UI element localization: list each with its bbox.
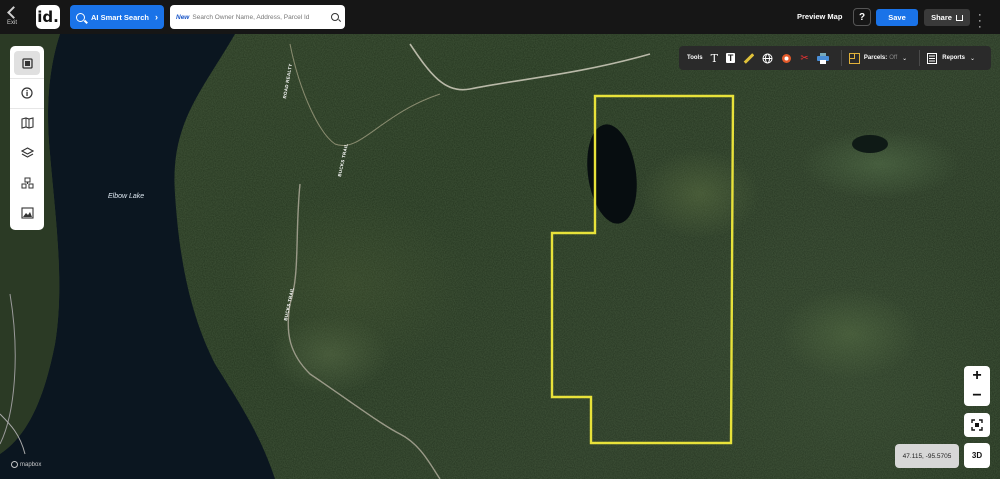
reports-dropdown[interactable]: Reports ⌄ [927,52,975,64]
chevron-down-icon: ⌄ [902,55,908,62]
search-field[interactable]: New Search Owner Name, Address, Parcel I… [170,5,345,29]
fullscreen-button[interactable] [964,413,990,437]
target-icon[interactable] [781,53,792,64]
info-icon[interactable] [14,81,40,105]
left-toolbar [10,46,44,230]
parcels-toggle[interactable]: Parcels: Off ⌄ [848,52,908,64]
parcels-label: Parcels: [863,55,888,61]
chevron-down-icon: ⌄ [969,55,975,62]
search-input[interactable]: Search Owner Name, Address, Parcel Id [192,14,309,21]
text-box-icon[interactable]: T [725,53,736,63]
reports-label: Reports [942,55,965,61]
map-canvas[interactable]: Elbow Lake ROAD REALTY BUCKS TRAIL BUCKS… [0,34,1000,479]
ai-smart-search-label: AI Smart Search [91,12,149,22]
vertical-dots-icon[interactable]: · · · [978,10,982,33]
save-button[interactable]: Save [876,9,918,26]
search-icon[interactable] [331,13,339,21]
coordinates-readout: 47.115, -95.5705 [895,444,959,468]
scissors-icon[interactable]: ✂ [800,53,808,64]
globe-icon[interactable] [762,53,773,64]
preview-map-button[interactable]: Preview Map [797,12,842,21]
reports-icon [927,52,938,64]
share-button[interactable]: Share [924,9,970,26]
zoom-control: + − [964,366,990,406]
app-logo[interactable]: id. [36,5,60,29]
zoom-in-button[interactable]: + [964,366,990,386]
exit-label: Exit [6,20,17,26]
mapbox-attribution[interactable]: mapbox [11,461,41,468]
3d-toggle-button[interactable]: 3D [964,443,990,468]
image-icon[interactable] [14,201,40,225]
zoom-out-button[interactable]: − [964,386,990,406]
map-book-icon[interactable] [14,111,40,135]
share-icon [955,14,963,21]
divider [10,78,44,79]
ruler-icon[interactable] [743,52,755,64]
lake-label: Elbow Lake [108,193,145,200]
chevron-right-icon: › [155,12,158,22]
divider [10,108,44,109]
attribution-label: mapbox [20,462,42,469]
layers-icon[interactable] [14,141,40,165]
focus-icon [971,419,983,431]
chevron-left-icon [7,6,20,19]
help-button[interactable]: ? [853,8,871,26]
mapbox-logo-icon [11,461,18,468]
new-badge: New [176,13,190,21]
search-icon [76,12,85,22]
ai-smart-search-button[interactable]: AI Smart Search › [70,5,164,29]
buildings-icon[interactable] [14,171,40,195]
map-imagery [0,34,1000,479]
print-icon[interactable] [816,52,829,64]
panel-toggle-icon[interactable] [14,51,40,75]
exit-button[interactable]: Exit [0,0,24,34]
tools-label: Tools [687,55,703,61]
tools-bar: Tools T T ✂ Parcels: Off ⌄ Reports ⌄ [679,46,991,70]
text-icon[interactable]: T [711,52,718,65]
parcels-state: Off [889,55,898,61]
share-label: Share [931,13,952,22]
parcel-icon [848,52,860,64]
